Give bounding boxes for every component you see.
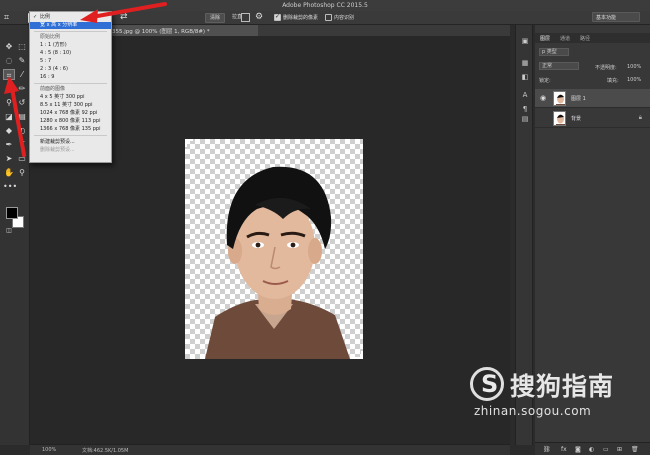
layer-name: 图层 1 <box>571 96 586 102</box>
visibility-eye-icon[interactable]: ◉ <box>540 94 546 102</box>
watermark: 搜狗指南 zhinan.sogou.com <box>470 365 640 418</box>
layer-thumbnail <box>553 91 566 106</box>
panel-tabs: 图层 通道 路径 <box>535 33 650 43</box>
portrait-image <box>205 166 350 359</box>
tab-paths[interactable]: 路径 <box>580 35 590 42</box>
sogou-logo-icon <box>470 367 504 401</box>
workspace-select[interactable]: 基本功能 <box>592 12 640 22</box>
watermark-url: zhinan.sogou.com <box>474 404 592 418</box>
delete-layer-icon[interactable]: 🗑︎ <box>631 446 639 453</box>
link-layers-icon[interactable]: ⛓ <box>543 446 551 453</box>
foreground-color-swatch[interactable] <box>6 207 18 219</box>
properties-panel-icon[interactable]: ▦ <box>520 59 530 68</box>
clear-button[interactable]: 清除 <box>205 13 226 23</box>
doc-info[interactable]: 文档:462.5K/1.05M <box>82 447 128 454</box>
photo-canvas[interactable] <box>185 139 363 359</box>
delete-cropped-checkbox[interactable] <box>274 13 281 21</box>
opacity-value[interactable]: 100% <box>627 64 641 70</box>
zoom-level[interactable]: 100% <box>42 447 56 453</box>
history-panel-icon[interactable]: ▣ <box>520 37 530 46</box>
fx-icon[interactable]: fx <box>561 446 567 453</box>
watermark-brand: 搜狗指南 <box>510 372 615 401</box>
layer-name: 背景 <box>571 116 582 122</box>
new-group-icon[interactable]: ▭ <box>603 446 609 453</box>
layer-filter-select[interactable]: p 类型 <box>539 48 569 56</box>
layer-thumbnail <box>553 111 566 126</box>
quick-mask-icon[interactable]: ◫ <box>3 225 15 236</box>
content-aware-checkbox[interactable] <box>325 14 332 21</box>
annotation-arrows <box>4 2 167 157</box>
tab-channels[interactable]: 通道 <box>560 35 570 42</box>
opacity-label: 不透明度: <box>595 65 617 71</box>
content-aware-label: 内容识别 <box>334 15 355 21</box>
paragraph-panel-icon[interactable]: ¶ <box>520 105 530 114</box>
blend-mode-select[interactable]: 正常 <box>539 62 579 70</box>
gear-icon[interactable]: ⚙ <box>255 12 263 22</box>
add-mask-icon[interactable]: ◙ <box>575 446 581 453</box>
lock-label: 锁定: <box>539 78 551 84</box>
adjustments-panel-icon[interactable]: ◧ <box>520 73 530 82</box>
info-panel-icon[interactable]: ▤ <box>520 115 530 124</box>
crop-handle-br-v[interactable] <box>361 351 363 359</box>
fill-value[interactable]: 100% <box>627 77 641 83</box>
character-panel-icon[interactable]: A <box>520 91 530 100</box>
layer-row[interactable]: 背景 🔒︎ <box>535 109 650 128</box>
layers-panel-footer: ⛓ fx ◙ ◐ ▭ ⊞ 🗑︎ <box>535 442 650 455</box>
lock-icon: 🔒︎ <box>638 114 642 121</box>
delete-cropped-label: 删除裁剪的像素 <box>283 15 319 21</box>
adjustment-layer-icon[interactable]: ◐ <box>589 446 594 453</box>
overlay-grid-icon[interactable] <box>241 13 250 22</box>
fill-label: 填充: <box>607 78 619 84</box>
status-bar: 100% 文档:462.5K/1.05M <box>30 444 510 455</box>
layer-row[interactable]: ◉ 图层 1 <box>535 89 650 108</box>
tab-layers[interactable]: 图层 <box>540 35 550 42</box>
new-layer-icon[interactable]: ⊞ <box>617 446 622 453</box>
